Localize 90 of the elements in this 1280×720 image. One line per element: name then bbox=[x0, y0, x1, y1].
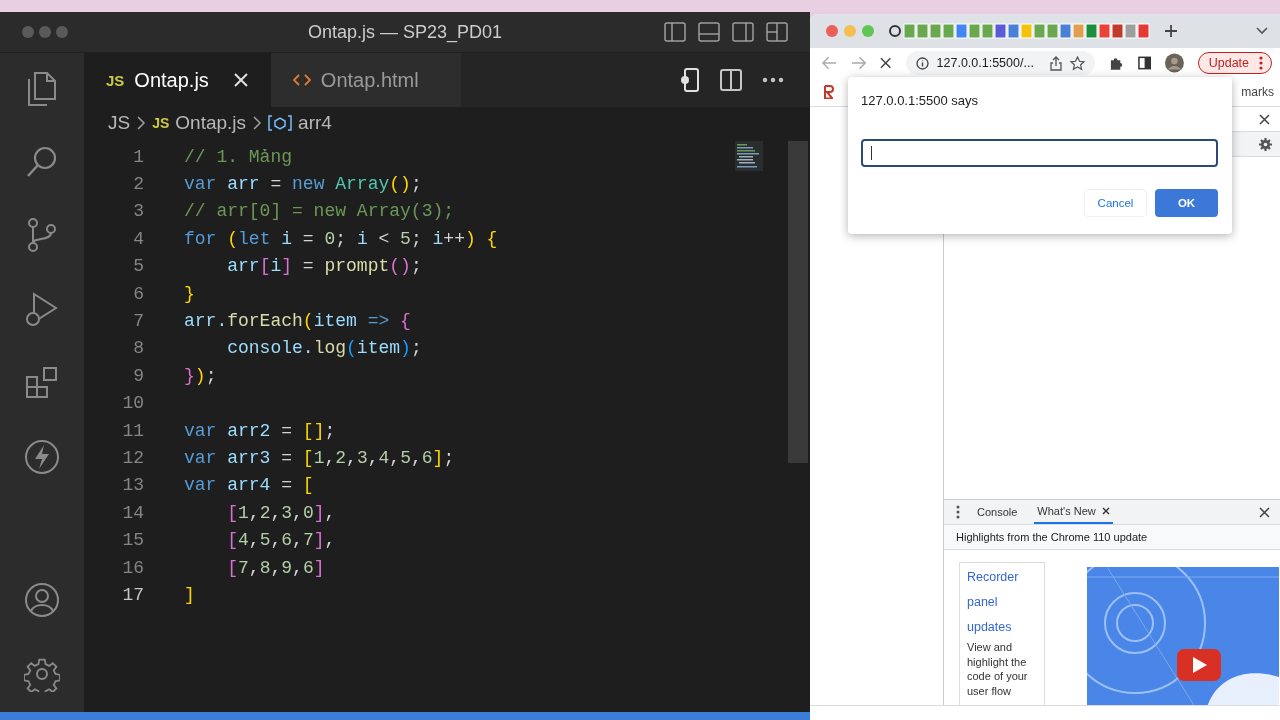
info-icon bbox=[915, 56, 929, 70]
sidebar-toggle-icon[interactable] bbox=[664, 22, 686, 42]
code-line: [7,8,9,6] bbox=[226, 557, 325, 578]
file-type-label: JS bbox=[152, 115, 170, 131]
close-icon[interactable] bbox=[1259, 113, 1270, 125]
panel-toggle-icon[interactable] bbox=[698, 22, 720, 42]
line-number: 16 bbox=[121, 557, 144, 578]
star-icon[interactable] bbox=[1070, 55, 1086, 71]
line-number: 9 bbox=[132, 365, 144, 386]
line-number: 14 bbox=[121, 502, 144, 523]
code-line: } bbox=[184, 283, 195, 304]
line-number: 3 bbox=[132, 201, 144, 222]
line-number: 10 bbox=[121, 393, 144, 414]
code-line: var arr3 = [1,2,3,4,5,6]; bbox=[184, 448, 455, 468]
code-line: [1,2,3,0], bbox=[226, 502, 336, 523]
more-icon[interactable] bbox=[762, 77, 784, 83]
new-tab-icon[interactable] bbox=[1164, 24, 1178, 38]
line-number: 6 bbox=[132, 283, 144, 304]
search-icon[interactable] bbox=[25, 145, 59, 179]
puzzle-icon[interactable] bbox=[1109, 55, 1124, 71]
settings-icon[interactable] bbox=[24, 656, 60, 692]
line-number: 17 bbox=[121, 584, 144, 605]
account-icon[interactable] bbox=[24, 582, 60, 618]
cancel-button[interactable]: Cancel bbox=[1084, 189, 1147, 217]
more-icon[interactable] bbox=[1259, 56, 1263, 70]
code-line: arr.forEach(item => { bbox=[184, 311, 411, 332]
line-number: 15 bbox=[121, 530, 144, 551]
line-number: 4 bbox=[132, 228, 144, 249]
editor-tab[interactable]: JS Ontap.js bbox=[84, 53, 271, 107]
code-brackets-icon bbox=[292, 73, 311, 87]
extensions-icon[interactable] bbox=[24, 365, 60, 401]
window-controls-icon[interactable] bbox=[826, 25, 874, 37]
preview-icon[interactable] bbox=[680, 68, 700, 92]
code-line: }); bbox=[184, 365, 217, 386]
devtools-tab[interactable]: Console bbox=[974, 500, 1021, 524]
editor-tab[interactable]: Ontap.html bbox=[270, 53, 461, 107]
chevron-icon bbox=[136, 116, 147, 130]
line-number: 1 bbox=[132, 146, 144, 167]
code-line: var arr2 = []; bbox=[184, 420, 336, 441]
code-line: [4,5,6,7], bbox=[226, 530, 336, 551]
breadcrumb-item[interactable]: Ontap.js bbox=[175, 112, 247, 134]
close-icon[interactable] bbox=[880, 57, 892, 69]
code-line: var arr = new Array(); bbox=[184, 174, 422, 195]
dialog-title: 127.0.0.1:5500 says bbox=[861, 93, 980, 108]
tab-favicons-drawing[interactable] bbox=[888, 23, 1150, 39]
code-line: console.log(item); bbox=[226, 338, 422, 359]
breadcrumb-item[interactable]: arr4 bbox=[298, 112, 332, 134]
run-debug-icon[interactable] bbox=[24, 291, 60, 327]
feature-link[interactable]: Recorder panel updates bbox=[967, 565, 1037, 640]
files-icon[interactable] bbox=[25, 71, 59, 107]
settings-icon[interactable] bbox=[1259, 137, 1272, 151]
input-field[interactable] bbox=[861, 139, 1218, 167]
address-bar[interactable]: 127.0.0.1:5500/... bbox=[905, 51, 1096, 75]
line-number: 7 bbox=[132, 311, 144, 332]
window-title: Ontap.js — SP23_PD01 bbox=[307, 21, 503, 43]
bookmark-icon[interactable] bbox=[824, 85, 834, 99]
line-number: 13 bbox=[121, 475, 144, 496]
side-panel-icon[interactable] bbox=[1137, 56, 1151, 70]
minimap[interactable] bbox=[735, 141, 763, 171]
chevron-down-icon[interactable] bbox=[1256, 27, 1268, 35]
lightning-icon[interactable] bbox=[24, 439, 60, 475]
code-line: for (let i = 0; i < 5; i++) { bbox=[184, 228, 498, 249]
line-number: 2 bbox=[132, 174, 144, 195]
bookmarks-label[interactable]: marks bbox=[1241, 85, 1274, 99]
more-icon[interactable] bbox=[956, 505, 960, 519]
share-icon[interactable] bbox=[1050, 55, 1063, 71]
source-control-icon[interactable] bbox=[25, 217, 59, 253]
close-icon[interactable] bbox=[1101, 507, 1110, 515]
breadcrumb-item[interactable]: JS bbox=[108, 112, 131, 134]
banner-text: Highlights from the Chrome 110 update bbox=[956, 531, 1148, 543]
chevron-icon bbox=[252, 116, 263, 130]
line-number: 5 bbox=[132, 256, 144, 277]
code-line: // arr[0] = new Array(3); bbox=[184, 201, 455, 222]
code-line: // 1. Mảng bbox=[184, 146, 293, 167]
code-line: arr[i] = prompt(); bbox=[226, 256, 422, 277]
secondary-sidebar-icon[interactable] bbox=[732, 22, 754, 42]
close-icon[interactable] bbox=[1259, 506, 1270, 518]
feature-description: View and highlight the code of your user flow bbox=[967, 640, 1029, 698]
avatar-icon[interactable] bbox=[1164, 53, 1184, 73]
line-number: 8 bbox=[132, 338, 144, 359]
line-number: 11 bbox=[121, 420, 144, 441]
scrollbar[interactable] bbox=[788, 141, 808, 463]
update-button[interactable]: Update bbox=[1197, 52, 1272, 74]
line-number: 12 bbox=[121, 448, 144, 468]
layout-icon[interactable] bbox=[766, 22, 788, 42]
code-line: var arr4 = [ bbox=[184, 475, 314, 496]
variable-icon bbox=[268, 115, 293, 131]
ok-button[interactable]: OK bbox=[1155, 189, 1218, 217]
code-line: ] bbox=[184, 584, 195, 605]
split-editor-icon[interactable] bbox=[720, 69, 742, 91]
